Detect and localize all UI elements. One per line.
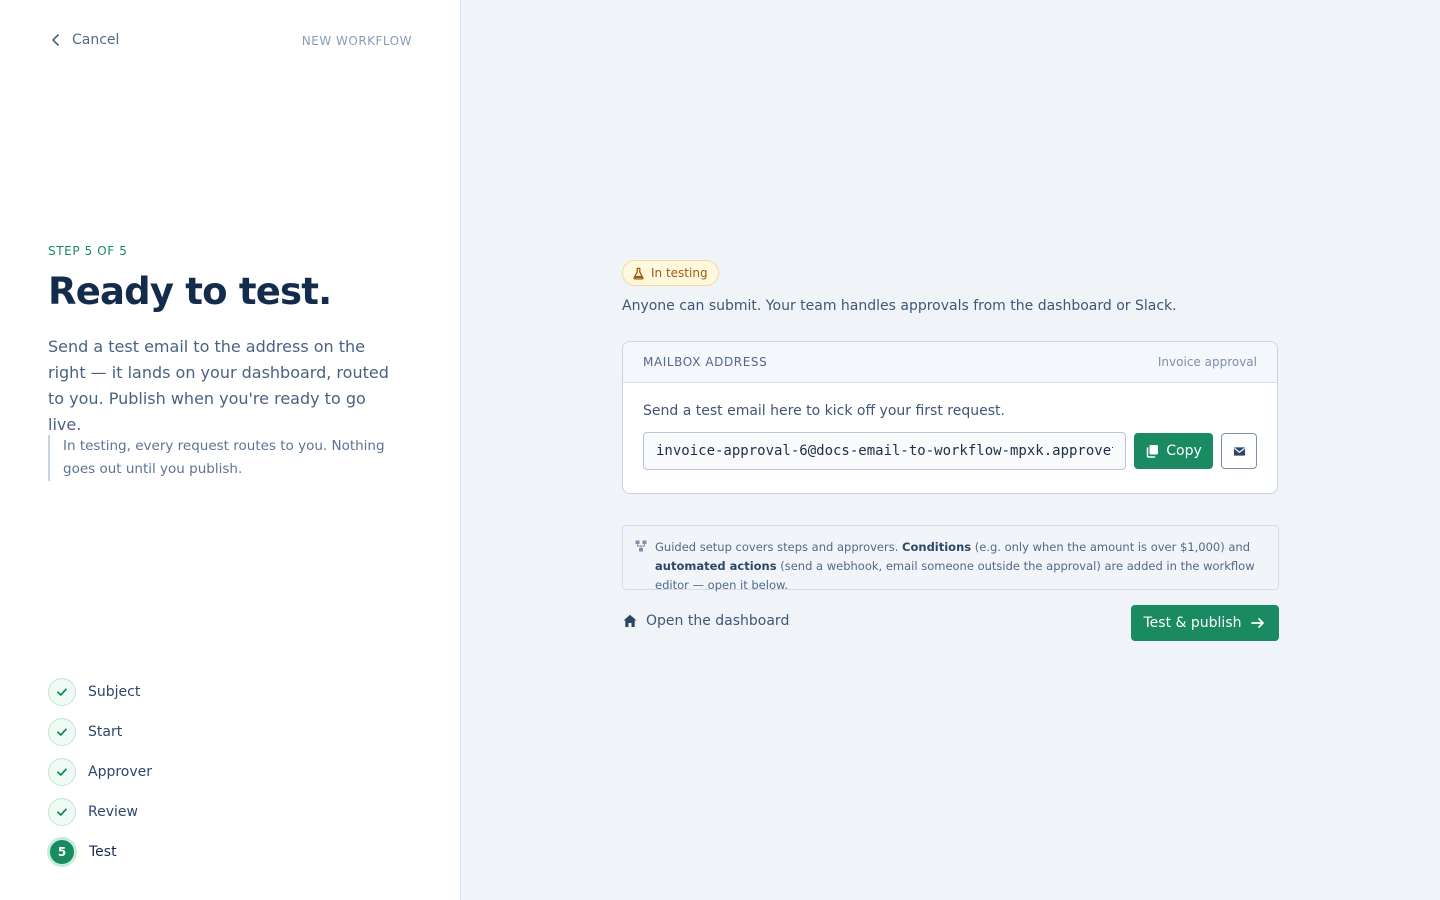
mailbox-address-field[interactable] (643, 432, 1126, 470)
mailbox-header-label: MAILBOX ADDRESS (643, 355, 768, 369)
step-test[interactable]: 5 Test (47, 832, 152, 872)
flask-icon (633, 267, 644, 280)
check-icon (57, 688, 67, 696)
home-icon (623, 614, 637, 627)
step-label: Review (88, 804, 138, 820)
step-label: Start (88, 724, 123, 740)
step-approver[interactable]: Approver (48, 752, 152, 792)
step-done-badge (48, 798, 76, 826)
workflow-branch-icon (635, 540, 647, 552)
cancel-label: Cancel (72, 32, 120, 48)
check-icon (57, 768, 67, 776)
mailbox-card: MAILBOX ADDRESS Invoice approval Send a … (622, 341, 1278, 494)
step-done-badge (48, 758, 76, 786)
cancel-button[interactable]: Cancel (48, 32, 119, 48)
mailbox-workflow-name: Invoice approval (1157, 355, 1257, 369)
step-done-badge (48, 678, 76, 706)
step-review[interactable]: Review (48, 792, 152, 832)
step-label: Test (89, 844, 117, 860)
conditions-info-box: Guided setup covers steps and approvers.… (622, 525, 1279, 592)
address-row: Copy (643, 432, 1257, 470)
status-badge: In testing (622, 260, 719, 286)
workflow-subtitle: Anyone can submit. Your team handles app… (622, 298, 1177, 314)
check-icon (57, 728, 67, 736)
publish-button-label: Test & publish (1143, 615, 1242, 631)
copy-button-label: Copy (1166, 443, 1202, 459)
step-label: Approver (88, 764, 153, 780)
topbar: Cancel NEW WORKFLOW (48, 32, 412, 52)
left-panel: Cancel NEW WORKFLOW STEP 5 OF 5 Ready to… (0, 0, 461, 900)
step-subject[interactable]: Subject (48, 672, 152, 712)
conditions-info-text: Guided setup covers steps and approvers.… (655, 540, 1255, 592)
envelope-icon (1233, 446, 1245, 456)
page-description: Send a test email to the address on the … (48, 337, 389, 434)
test-publish-button[interactable]: Test & publish (1131, 605, 1279, 641)
mailbox-hint: Send a test email here to kick off your … (643, 403, 1005, 419)
step-counter: STEP 5 OF 5 (48, 244, 128, 258)
mailbox-card-body: Send a test email here to kick off your … (623, 383, 1277, 470)
chevron-left-icon (52, 34, 59, 46)
status-badge-label: In testing (651, 266, 708, 280)
open-dashboard-link[interactable]: Open the dashboard (622, 613, 789, 629)
send-email-button[interactable] (1221, 433, 1257, 469)
step-done-badge (48, 718, 76, 746)
copy-icon (1146, 445, 1159, 458)
mailbox-card-header: MAILBOX ADDRESS Invoice approval (623, 342, 1277, 383)
step-start[interactable]: Start (48, 712, 152, 752)
open-dashboard-label: Open the dashboard (646, 613, 790, 629)
copy-button[interactable]: Copy (1134, 433, 1213, 469)
step-number-badge: 5 (47, 837, 77, 867)
step-label: Subject (88, 684, 141, 700)
workflow-label: NEW WORKFLOW (301, 34, 412, 48)
testing-note: In testing, every request routes to you.… (48, 435, 398, 481)
check-icon (57, 808, 67, 816)
page-title: Ready to test. (48, 270, 332, 313)
step-list: Subject Start Approver Review 5 Test (47, 672, 152, 872)
arrow-right-icon (1251, 618, 1265, 628)
